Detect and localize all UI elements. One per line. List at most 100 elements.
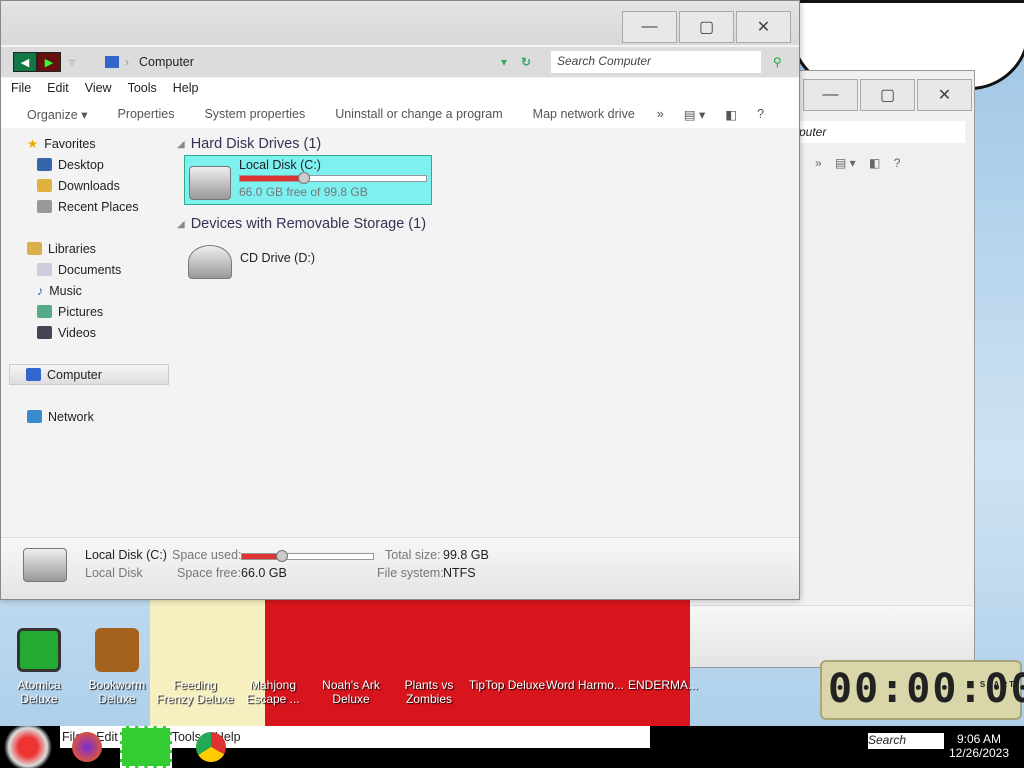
close-button[interactable]: ✕ (736, 11, 791, 43)
forward-button[interactable]: ▶ (37, 52, 61, 72)
drive-usage-bar (239, 172, 427, 184)
desktop-icon[interactable]: Atomica Deluxe (0, 628, 78, 706)
view-options[interactable]: » ▤ ▾ ◧ ? (815, 156, 900, 170)
drive-d[interactable]: CD Drive (D:) (184, 235, 432, 285)
organize-button[interactable]: Organize ▾ (27, 107, 87, 122)
cd-drive-icon (188, 245, 232, 279)
pictures-icon (37, 305, 52, 318)
icon-label: Plants vs Zombies (404, 678, 454, 706)
drive-free-text: 66.0 GB free of 99.8 GB (239, 185, 368, 199)
label: Desktop (58, 157, 104, 172)
minimize-button[interactable]: — (622, 11, 677, 43)
label: Videos (58, 325, 96, 340)
more-commands-icon[interactable]: » (657, 107, 664, 121)
menu-view[interactable]: View (85, 81, 112, 97)
label: Favorites (44, 136, 96, 151)
label: Libraries (48, 241, 96, 256)
details-type: Local Disk (85, 566, 143, 580)
desktop-icon[interactable]: TipTop Deluxe (468, 628, 546, 692)
sidebar-item-documents[interactable]: Documents (9, 259, 169, 280)
drive-name: CD Drive (D:) (240, 251, 315, 265)
sidebar-item-downloads[interactable]: Downloads (9, 175, 169, 196)
sidebar-item-desktop[interactable]: Desktop (9, 154, 169, 175)
preview-pane-icon[interactable]: ◧ (725, 107, 737, 122)
group-label: Hard Disk Drives (1) (190, 136, 322, 152)
recent-places-icon (37, 200, 52, 213)
desktop-icon[interactable]: Bookworm Deluxe (78, 628, 156, 706)
search-icon[interactable]: ⚲ (773, 55, 782, 69)
time: 9:06 AM (956, 732, 1002, 746)
details-name: Local Disk (C:) (85, 548, 167, 562)
sidebar-network[interactable]: Network (9, 406, 169, 427)
label: Computer (47, 367, 102, 382)
music-icon: ♪ (37, 283, 44, 298)
start-button[interactable]: START (980, 680, 1016, 689)
sidebar-computer[interactable]: Computer (9, 364, 169, 385)
search-input[interactable]: puter (795, 121, 965, 143)
group-hard-disk-drives[interactable]: ◢ Hard Disk Drives (1) (173, 133, 799, 155)
drive-c[interactable]: Local Disk (C:) 66.0 GB free of 99.8 GB (184, 155, 432, 205)
stopwatch-gadget[interactable]: 00:00:00 START (820, 660, 1024, 720)
label: Recent Places (58, 199, 139, 214)
taskbar-search[interactable]: Search Compu (868, 733, 944, 749)
sidebar-item-videos[interactable]: Videos (9, 322, 169, 343)
icon-label: ENDERMA... (627, 678, 698, 692)
label: Music (49, 283, 82, 298)
group-removable-storage[interactable]: ◢ Devices with Removable Storage (1) (173, 213, 799, 235)
stopwatch-time: 00:00:00 (828, 666, 1024, 712)
desktop-icon[interactable]: Word Harmo... (546, 628, 624, 692)
search-input[interactable]: Search Computer (551, 51, 761, 73)
close-button[interactable]: ✕ (917, 79, 972, 111)
clock[interactable]: 9:06 AM 12/26/2023 (946, 732, 1012, 760)
icon-label: Bookworm Deluxe (88, 678, 146, 706)
menu-tools[interactable]: Tools (128, 81, 157, 97)
menu-file[interactable]: File (11, 81, 31, 97)
minimize-button[interactable]: — (803, 79, 858, 111)
properties-button[interactable]: Properties (117, 107, 174, 121)
downloads-icon (37, 179, 52, 192)
label: Network (48, 409, 94, 424)
drive-icon (23, 548, 67, 582)
desktop-icon[interactable]: Plants vs Zombies (390, 628, 468, 706)
menu-help[interactable]: Help (173, 81, 199, 97)
maximize-button[interactable]: ▢ (860, 79, 915, 111)
details-pane: Local Disk (C:) Local Disk Space used: S… (1, 537, 799, 599)
space-free-label: Space free: (177, 566, 241, 580)
desktop-icon (37, 158, 52, 171)
label: Documents (58, 262, 122, 277)
drive-name: Local Disk (C:) (239, 158, 321, 172)
computer-icon (26, 368, 41, 381)
sidebar-item-pictures[interactable]: Pictures (9, 301, 169, 322)
menu-edit[interactable]: Edit (47, 81, 69, 97)
refresh-icon[interactable]: ↻ (521, 55, 531, 69)
recent-pages-icon[interactable]: ▿ (69, 55, 75, 69)
map-network-drive-button[interactable]: Map network drive (533, 107, 635, 121)
help-icon[interactable]: ? (757, 107, 764, 121)
change-view-icon[interactable]: ▤ ▾ (684, 107, 706, 122)
desktop-icon[interactable]: Noah's Ark Deluxe (312, 628, 390, 706)
file-explorer-icon[interactable] (120, 726, 172, 768)
address-computer[interactable]: Computer (139, 55, 194, 69)
sidebar-favorites[interactable]: ★ Favorites (9, 133, 169, 154)
uninstall-button[interactable]: Uninstall or change a program (335, 107, 502, 121)
firefox-icon[interactable] (72, 732, 102, 762)
start-button-santa[interactable] (4, 726, 52, 768)
system-properties-button[interactable]: System properties (204, 107, 305, 121)
sidebar-item-recent-places[interactable]: Recent Places (9, 196, 169, 217)
sidebar-item-music[interactable]: ♪ Music (9, 280, 169, 301)
space-used-label: Space used: (172, 548, 242, 562)
address-dropdown-icon[interactable]: ▾ (501, 55, 507, 69)
desktop-icon[interactable]: Mahjong Escape ... (234, 628, 312, 706)
desktop-icon[interactable]: ENDERMA... (624, 628, 702, 692)
space-free: 66.0 GB (241, 566, 287, 580)
desktop-icon[interactable]: Feeding Frenzy Deluxe (156, 628, 234, 706)
chevron-right-icon[interactable]: › (125, 55, 129, 69)
back-button[interactable]: ◀ (13, 52, 37, 72)
icon-label: Word Harmo... (546, 678, 624, 692)
fs-label: File system: (377, 566, 444, 580)
space-used-bar (241, 550, 374, 562)
explorer-window[interactable]: — ▢ ✕ ◀ ▶ ▿ › Computer ▾ ↻ Search Comput… (0, 0, 800, 600)
maximize-button[interactable]: ▢ (679, 11, 734, 43)
chrome-icon[interactable] (196, 732, 226, 762)
sidebar-libraries[interactable]: Libraries (9, 238, 169, 259)
